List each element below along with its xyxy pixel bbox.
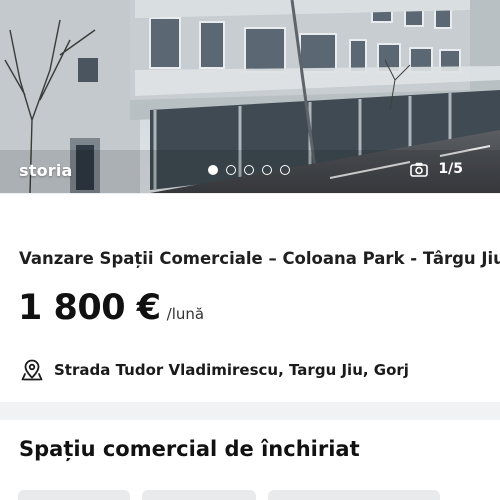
photo-counter[interactable]: 1/5: [410, 161, 463, 177]
carousel-dot[interactable]: [244, 165, 254, 175]
carousel-dots[interactable]: [208, 165, 290, 175]
section-title: Spațiu comercial de închiriat: [19, 437, 360, 461]
listing-title: Vanzare Spații Comerciale – Coloana Park…: [19, 249, 500, 268]
section-divider: [0, 402, 500, 420]
carousel-dot[interactable]: [280, 165, 290, 175]
camera-icon: [410, 162, 429, 177]
price-unit: /lună: [166, 305, 205, 323]
photo-gallery[interactable]: storia 1/5: [0, 0, 500, 193]
price-value: 1 800 €: [18, 288, 161, 328]
carousel-dot[interactable]: [226, 165, 236, 175]
feature-chips: [18, 490, 440, 500]
feature-chip: [18, 490, 130, 500]
storia-logo: storia: [19, 161, 73, 180]
address-row[interactable]: Strada Tudor Vladimirescu, Targu Jiu, Go…: [20, 358, 409, 382]
carousel-dot[interactable]: [262, 165, 272, 175]
feature-chip: [142, 490, 256, 500]
address-text: Strada Tudor Vladimirescu, Targu Jiu, Go…: [54, 361, 409, 379]
feature-chip: [268, 490, 440, 500]
price-row: 1 800 € /lună: [18, 288, 204, 328]
carousel-dot[interactable]: [208, 165, 218, 175]
map-pin-icon: [21, 359, 43, 381]
gallery-bottom-spacer: [0, 193, 500, 228]
photo-counter-text: 1/5: [438, 161, 463, 177]
